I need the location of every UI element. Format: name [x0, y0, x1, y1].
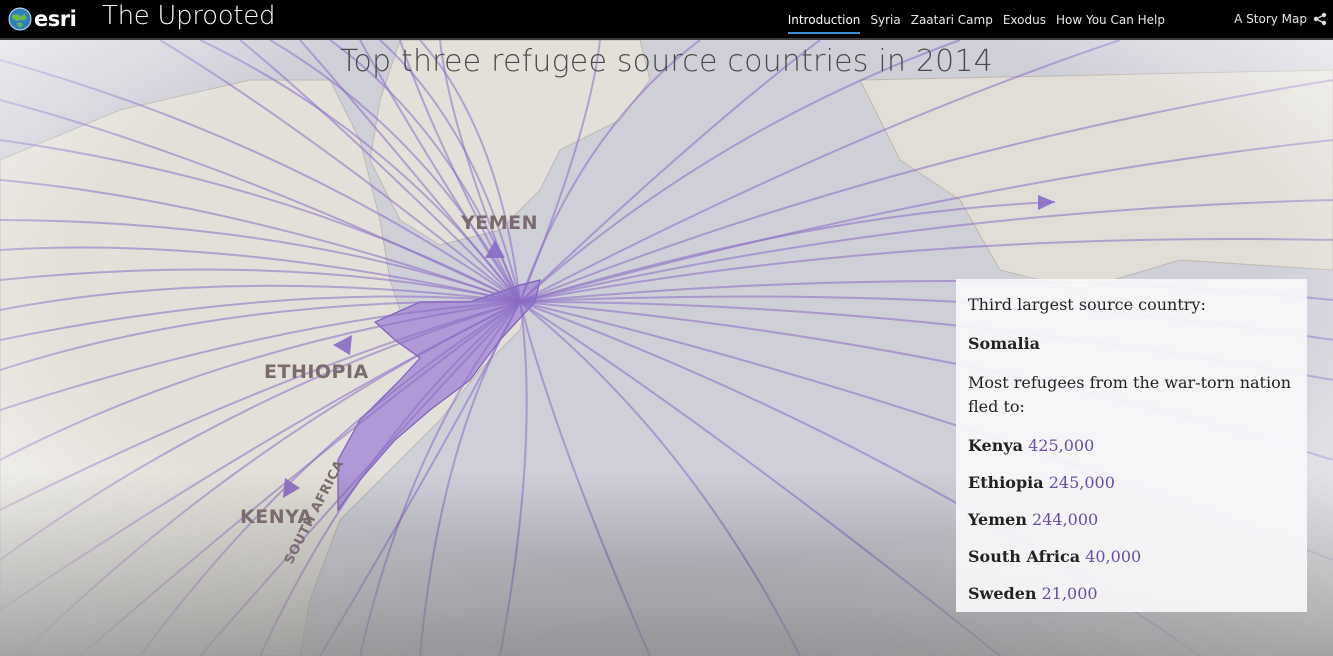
panel-intro: Third largest source country:	[968, 295, 1206, 314]
destination-count: 40,000	[1085, 547, 1142, 566]
tab-syria[interactable]: Syria	[870, 5, 900, 34]
destination-item: Kenya 425,000	[968, 434, 1295, 458]
tab-exodus[interactable]: Exodus	[1003, 5, 1046, 34]
destination-name: Sweden	[968, 584, 1037, 603]
story-map-link[interactable]: A Story Map	[1234, 0, 1327, 38]
tab-how-you-can-help[interactable]: How You Can Help	[1056, 5, 1165, 34]
destination-name: Yemen	[968, 510, 1027, 529]
panel-country: Somalia	[968, 334, 1041, 353]
share-icon[interactable]	[1313, 12, 1327, 26]
tab-zaatari-camp[interactable]: Zaatari Camp	[911, 5, 993, 34]
app-title: The Uprooted	[102, 1, 276, 31]
label-yemen: YEMEN	[461, 212, 539, 234]
logo-text: esri	[34, 7, 77, 31]
info-panel: Third largest source country: Somalia Mo…	[956, 279, 1307, 612]
map-heading: Top three refugee source countries in 20…	[340, 44, 993, 79]
story-map-label: A Story Map	[1234, 12, 1307, 26]
esri-logo[interactable]: esri	[8, 4, 77, 34]
destination-name: Kenya	[968, 436, 1024, 455]
destination-item: South Africa 40,000	[968, 545, 1295, 569]
label-ethiopia: ETHIOPIA	[264, 361, 369, 383]
destination-item: Yemen 244,000	[968, 508, 1295, 532]
destination-list: Kenya 425,000 Ethiopia 245,000 Yemen 244…	[968, 434, 1295, 606]
destination-count: 244,000	[1032, 510, 1099, 529]
tab-introduction[interactable]: Introduction	[787, 5, 861, 34]
destination-item: Ethiopia 245,000	[968, 471, 1295, 495]
globe-icon	[8, 7, 32, 31]
destination-name: South Africa	[968, 547, 1081, 566]
top-bar: esri The Uprooted Introduction Syria Zaa…	[0, 0, 1333, 40]
nav-tabs: Introduction Syria Zaatari Camp Exodus H…	[778, 0, 1165, 38]
destination-name: Ethiopia	[968, 473, 1044, 492]
destination-count: 245,000	[1048, 473, 1115, 492]
destination-count: 21,000	[1041, 584, 1098, 603]
destination-item: Sweden 21,000	[968, 582, 1295, 606]
destination-count: 425,000	[1028, 436, 1095, 455]
panel-description: Most refugees from the war-torn nation f…	[968, 373, 1292, 416]
